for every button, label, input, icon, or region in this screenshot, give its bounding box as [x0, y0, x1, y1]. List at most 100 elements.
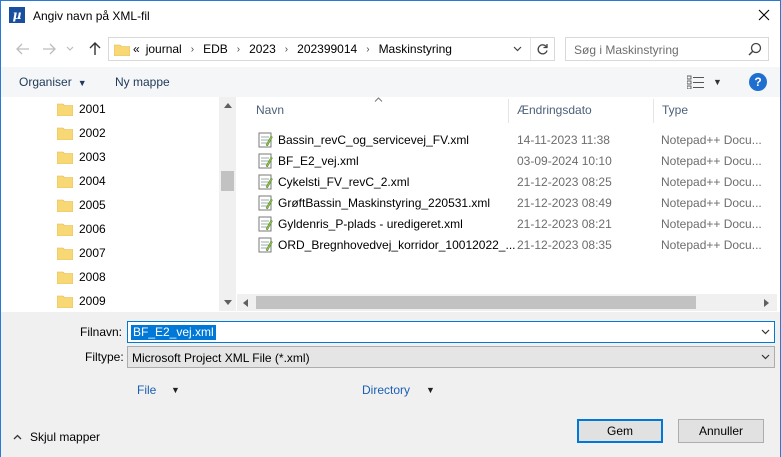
scroll-thumb[interactable]	[256, 296, 696, 309]
scroll-left-button[interactable]	[237, 294, 254, 311]
app-icon: µ	[9, 7, 25, 23]
breadcrumb-2023[interactable]: 2023	[249, 42, 276, 56]
help-icon[interactable]: ?	[749, 73, 767, 91]
breadcrumb: « journal › EDB › 2023 › 202399014 › Mas…	[133, 38, 452, 60]
folder-icon	[57, 127, 73, 140]
refresh-icon	[537, 43, 548, 54]
cancel-button[interactable]: Annuller	[678, 419, 764, 443]
directory-option-caret-icon[interactable]: ▼	[426, 385, 435, 395]
folder-tree: 2001 2002 2003 2004 2005 2006 2007 2008	[1, 97, 219, 311]
file-row[interactable]: ORD_Bregnhovedvej_korridor_10012022_... …	[237, 234, 777, 255]
tree-item-2001[interactable]: 2001	[57, 97, 106, 121]
view-options-caret-icon[interactable]: ▼	[713, 77, 722, 87]
column-divider[interactable]	[508, 99, 509, 123]
filetype-select[interactable]: Microsoft Project XML File (*.xml)	[127, 346, 775, 368]
view-options-icon[interactable]	[687, 75, 705, 89]
tree-item-2006[interactable]: 2006	[57, 217, 106, 241]
recent-locations-button[interactable]	[63, 39, 77, 59]
file-date: 21-12-2023 08:49	[517, 196, 612, 210]
filetype-dropdown-button[interactable]	[756, 347, 774, 367]
tree-scrollbar[interactable]	[219, 97, 236, 311]
file-row[interactable]: GrøftBassin_Maskinstyring_220531.xml 21-…	[237, 192, 777, 213]
folder-icon	[57, 247, 73, 260]
tree-item-2005[interactable]: 2005	[57, 193, 106, 217]
breadcrumb-separator-icon[interactable]: ›	[191, 44, 194, 55]
tree-item-label: 2001	[79, 102, 106, 116]
tree-item-2004[interactable]: 2004	[57, 169, 106, 193]
file-date: 21-12-2023 08:35	[517, 238, 612, 252]
tree-item-2009[interactable]: 2009	[57, 289, 106, 311]
file-name: Cykelsti_FV_revC_2.xml	[278, 175, 410, 189]
file-row[interactable]: Bassin_revC_og_servicevej_FV.xml 14-11-2…	[237, 129, 777, 150]
notepad-file-icon	[258, 174, 273, 190]
breadcrumb-separator-icon[interactable]: ›	[285, 44, 288, 55]
file-list: Navn Ændringsdato Type Bassin_revC_og_se…	[237, 97, 777, 311]
sort-ascending-icon	[374, 97, 383, 102]
back-button[interactable]	[13, 39, 33, 59]
filename-dropdown-button[interactable]	[756, 322, 774, 342]
tree-item-2008[interactable]: 2008	[57, 265, 106, 289]
arrow-right-icon	[43, 43, 56, 55]
breadcrumb-overflow[interactable]: «	[133, 42, 140, 56]
directory-option-link[interactable]: Directory	[362, 383, 410, 397]
file-type: Notepad++ Docu...	[661, 175, 762, 189]
search-box[interactable]: Søg i Maskinstyring	[565, 37, 769, 61]
breadcrumb-202399014[interactable]: 202399014	[297, 42, 357, 56]
breadcrumb-journal[interactable]: journal	[146, 42, 182, 56]
refresh-button[interactable]	[530, 38, 554, 60]
scroll-right-button[interactable]	[758, 294, 775, 311]
address-history-button[interactable]	[508, 38, 526, 60]
file-list-scrollbar[interactable]	[237, 294, 777, 311]
breadcrumb-separator-icon[interactable]: ›	[366, 44, 369, 55]
search-icon[interactable]	[748, 42, 762, 56]
file-row[interactable]: Gyldenris_P-plads - uredigeret.xml 21-12…	[237, 213, 777, 234]
breadcrumb-separator-icon[interactable]: ›	[237, 44, 240, 55]
folder-icon	[57, 199, 73, 212]
hide-folders-toggle[interactable]: Skjul mapper	[13, 430, 100, 444]
search-placeholder: Søg i Maskinstyring	[574, 43, 679, 57]
chevron-up-icon	[223, 103, 232, 108]
save-dialog: µ Angiv navn på XML-fil « journal › EDB …	[0, 0, 781, 457]
breadcrumb-edb[interactable]: EDB	[203, 42, 228, 56]
notepad-file-icon	[258, 216, 273, 232]
file-row[interactable]: Cykelsti_FV_revC_2.xml 21-12-2023 08:25 …	[237, 171, 777, 192]
tree-item-label: 2002	[79, 126, 106, 140]
scroll-thumb[interactable]	[221, 171, 234, 191]
file-type: Notepad++ Docu...	[661, 196, 762, 210]
scroll-up-button[interactable]	[219, 97, 236, 114]
breadcrumb-maskinstyring[interactable]: Maskinstyring	[379, 42, 452, 56]
filename-value[interactable]: BF_E2_vej.xml	[131, 325, 216, 340]
tree-item-2002[interactable]: 2002	[57, 121, 106, 145]
notepad-file-icon	[258, 237, 273, 253]
notepad-file-icon	[258, 195, 273, 211]
notepad-file-icon	[258, 153, 273, 169]
file-option-caret-icon[interactable]: ▼	[171, 385, 180, 395]
chevron-down-icon	[66, 46, 74, 51]
file-option-link[interactable]: File	[137, 383, 156, 397]
tree-item-2007[interactable]: 2007	[57, 241, 106, 265]
save-button[interactable]: Gem	[577, 419, 663, 443]
chevron-down-icon	[761, 329, 769, 335]
organise-menu[interactable]: Organiser ▼	[19, 75, 87, 89]
close-button[interactable]	[752, 4, 776, 26]
organise-label: Organiser	[19, 75, 72, 89]
tree-item-2003[interactable]: 2003	[57, 145, 106, 169]
arrow-up-icon	[89, 42, 101, 55]
scroll-down-button[interactable]	[219, 294, 236, 311]
filename-input[interactable]: BF_E2_vej.xml	[127, 321, 775, 343]
column-divider[interactable]	[653, 99, 654, 123]
new-folder-button[interactable]: Ny mappe	[115, 75, 170, 89]
up-button[interactable]	[85, 39, 105, 59]
forward-button[interactable]	[39, 39, 59, 59]
address-bar[interactable]: « journal › EDB › 2023 › 202399014 › Mas…	[108, 37, 555, 61]
file-name: GrøftBassin_Maskinstyring_220531.xml	[278, 196, 491, 210]
tree-item-label: 2009	[79, 294, 106, 308]
file-name: Gyldenris_P-plads - uredigeret.xml	[278, 217, 463, 231]
file-row[interactable]: BF_E2_vej.xml 03-09-2024 10:10 Notepad++…	[237, 150, 777, 171]
tree-item-label: 2007	[79, 246, 106, 260]
close-icon	[758, 9, 770, 21]
column-header-name[interactable]: Navn	[256, 97, 284, 123]
column-header-date[interactable]: Ændringsdato	[517, 97, 592, 123]
column-header-type[interactable]: Type	[662, 97, 688, 123]
file-date: 03-09-2024 10:10	[517, 154, 612, 168]
